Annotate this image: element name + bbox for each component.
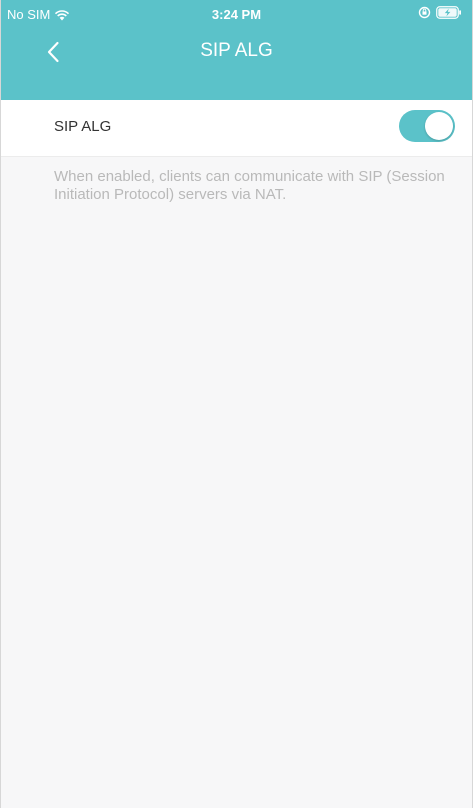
status-time: 3:24 PM [211,7,262,22]
orientation-lock-icon [418,6,431,19]
sip-alg-description: When enabled, clients can communicate wi… [54,168,445,203]
toggle-knob [425,112,453,140]
status-icons [418,6,462,19]
battery-charging-icon [436,6,461,19]
navigation-bar: SIP ALG [1,28,472,76]
app-screen: No SIM 3:24 PM SIP ALG SIP ALG When enab… [0,0,473,808]
app-header: No SIM 3:24 PM SIP ALG [1,0,472,100]
sip-alg-setting-row: SIP ALG [1,100,472,157]
status-bar: No SIM 3:24 PM [1,0,472,28]
sip-alg-toggle[interactable] [399,110,455,142]
page-title: SIP ALG [200,40,273,61]
sip-alg-label: SIP ALG [54,118,112,135]
